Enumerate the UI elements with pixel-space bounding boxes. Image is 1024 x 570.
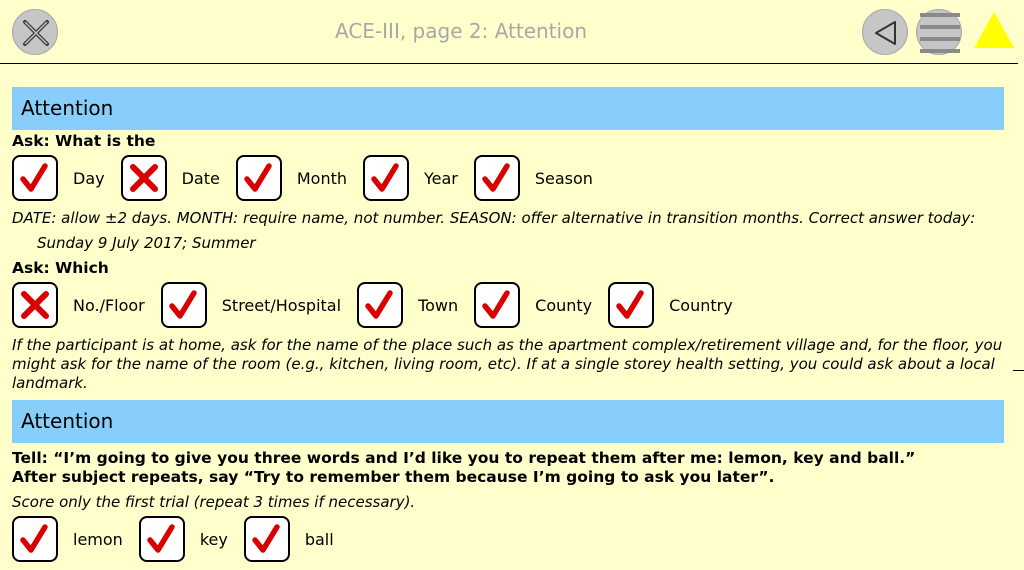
score-note: Score only the first trial (repeat 3 tim… [12, 493, 416, 511]
checkbox-season[interactable] [473, 155, 520, 201]
checkbox-country[interactable] [608, 282, 655, 328]
correct-answer: Sunday 9 July 2017; Summer [37, 234, 256, 252]
questionnaire-content: Attention Ask: What is the Day Date Mont… [12, 87, 1004, 563]
checkbox-label-street: Street/Hospital [221, 295, 342, 315]
menu-icon [920, 13, 960, 53]
tick-icon [482, 163, 510, 192]
checkbox-date[interactable] [120, 155, 167, 201]
orientation-place-row: No./Floor Street/Hospital Town County Co… [12, 281, 1004, 329]
tick-icon [20, 163, 48, 192]
ask-prompt: Ask: What is the [12, 132, 156, 150]
checkbox-month[interactable] [235, 155, 282, 201]
checkbox-street[interactable] [160, 282, 207, 328]
tell-prompt: Tell: “I’m going to give you three words… [12, 449, 916, 467]
registration-row: lemon key ball [12, 515, 1004, 563]
tick-icon [147, 524, 175, 553]
checkbox-label-floor: No./Floor [73, 295, 145, 315]
back-button[interactable] [862, 9, 908, 55]
page-title: ACE-III, page 2: Attention [335, 19, 587, 43]
tick-icon [20, 524, 48, 553]
top-bar: ACE-III, page 2: Attention [0, 0, 1018, 64]
checkbox-town[interactable] [357, 282, 404, 328]
after-prompt: After subject repeats, say “Try to remem… [12, 468, 775, 486]
section-header-attention: Attention [12, 87, 1004, 130]
checkbox-label-town: Town [418, 295, 459, 315]
checkbox-label-year: Year [424, 168, 458, 188]
checkbox-floor[interactable] [12, 282, 58, 328]
checkbox-label-country: Country [669, 295, 733, 315]
tick-icon [365, 290, 393, 319]
checkbox-county[interactable] [474, 282, 521, 328]
warning-triangle-icon[interactable] [972, 10, 1016, 50]
instruction-note: DATE: allow ±2 days. MONTH: require name… [12, 209, 976, 227]
cross-icon [129, 164, 158, 192]
checkbox-year[interactable] [363, 155, 409, 201]
menu-button[interactable] [916, 9, 962, 55]
scrollbar[interactable] [1013, 370, 1024, 371]
checkbox-label-month: Month [296, 168, 347, 188]
place-instruction-note: If the participant is at home, ask for t… [12, 336, 1003, 392]
tick-icon [169, 290, 197, 319]
checkbox-label-day: Day [73, 168, 105, 188]
tick-icon [252, 524, 280, 553]
tick-icon [482, 290, 510, 319]
checkbox-label-lemon: lemon [73, 529, 123, 549]
checkbox-label-season: Season [534, 168, 593, 188]
checkbox-label-key: key [199, 529, 228, 549]
back-icon [875, 21, 896, 45]
checkbox-key[interactable] [138, 516, 185, 562]
checkbox-ball[interactable] [243, 516, 290, 562]
tick-icon [371, 163, 399, 192]
orientation-time-row: Day Date Month Year Season [12, 154, 1004, 202]
ask-prompt-place: Ask: Which [12, 259, 109, 277]
checkbox-label-ball: ball [304, 529, 334, 549]
checkbox-lemon[interactable] [12, 516, 58, 562]
checkbox-label-date: Date [181, 168, 220, 188]
tick-icon [616, 290, 644, 319]
tick-icon [244, 163, 272, 192]
cross-icon [21, 291, 49, 319]
checkbox-day[interactable] [12, 155, 58, 201]
checkbox-label-county: County [535, 295, 593, 315]
section-header-registration: Attention [12, 400, 1004, 443]
